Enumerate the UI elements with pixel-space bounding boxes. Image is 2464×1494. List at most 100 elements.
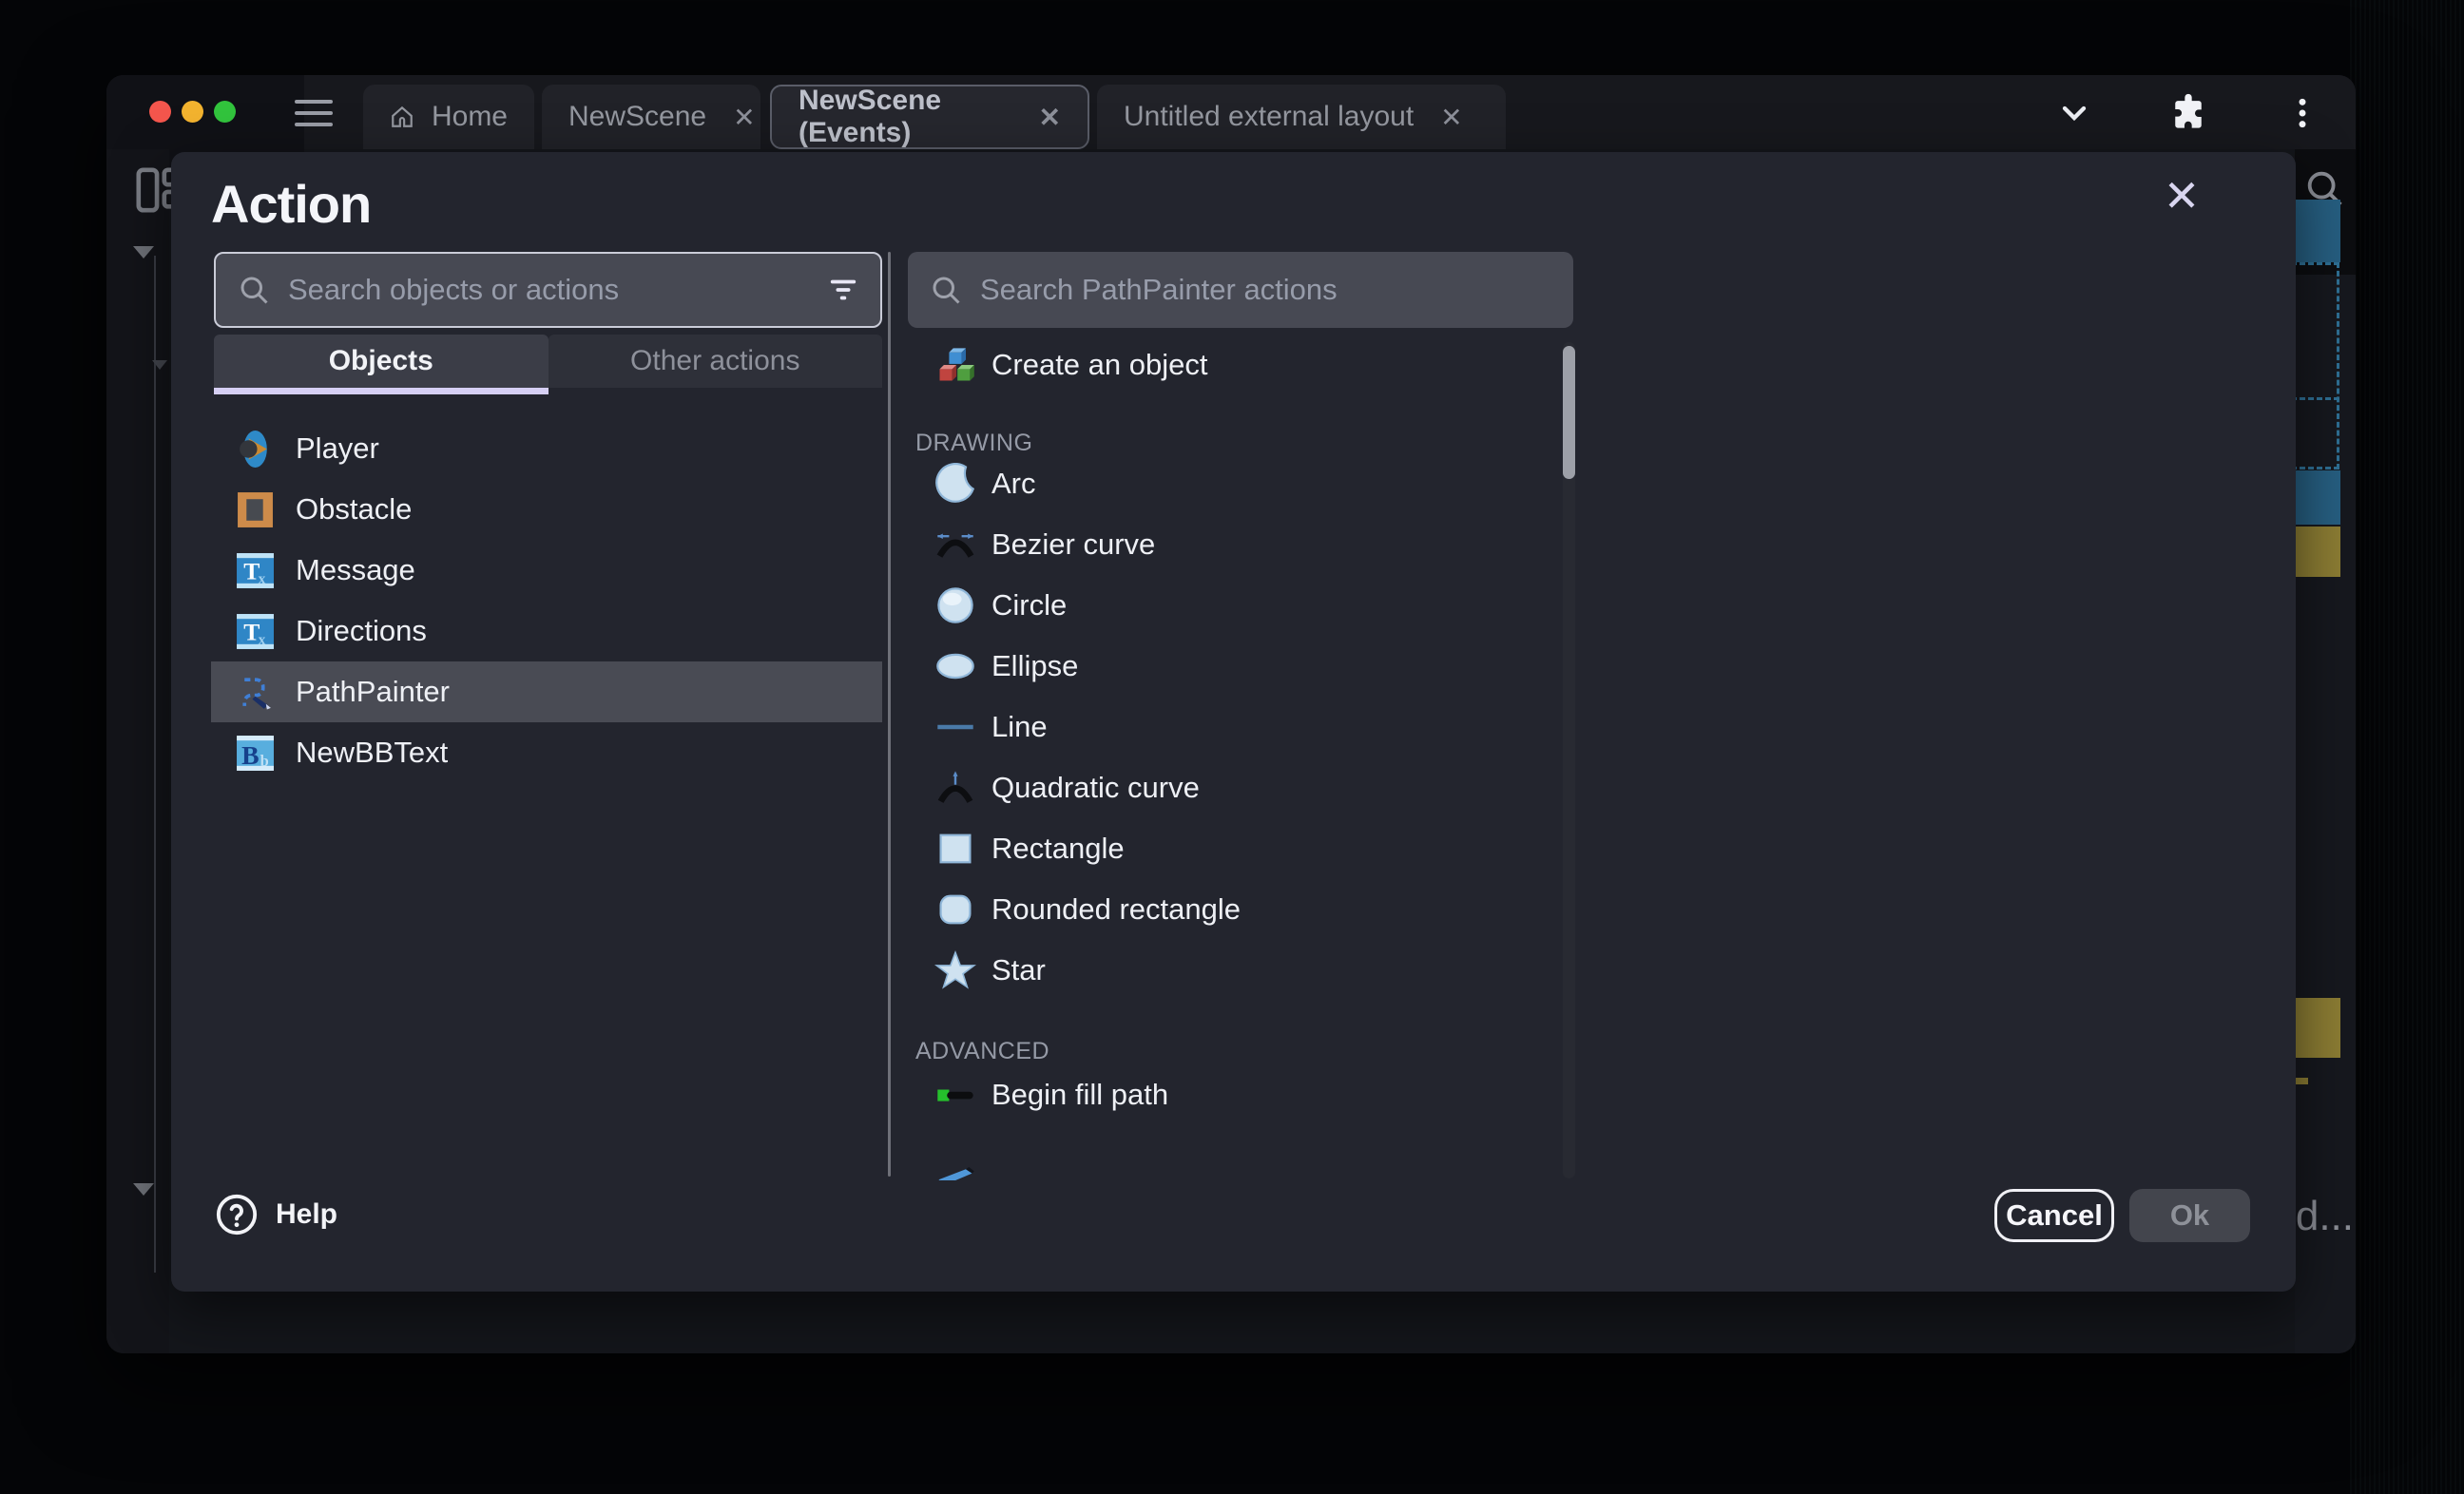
create-object-icon (934, 344, 976, 386)
dialog-title: Action (211, 173, 371, 235)
tab-close-icon[interactable]: ✕ (1440, 102, 1462, 133)
action-bezier-curve[interactable]: Bezier curve (908, 514, 1535, 575)
tab-newscene[interactable]: NewScene ✕ (542, 85, 760, 149)
action-label: Rectangle (991, 832, 1125, 866)
action-label: Star (991, 953, 1046, 987)
action-quadratic-curve[interactable]: Quadratic curve (908, 757, 1535, 818)
svg-text:x: x (259, 570, 266, 586)
action-search-input[interactable] (980, 273, 1552, 307)
bbtext-object-icon: Bb (236, 734, 275, 773)
action-label: Begin fill path (991, 1078, 1168, 1112)
object-label: Player (296, 431, 379, 466)
scene-object-yellow-small (2295, 1078, 2308, 1084)
overflow-menu-icon[interactable] (2283, 94, 2321, 132)
action-partially-visible[interactable] (908, 1158, 1535, 1180)
section-header-advanced: ADVANCED (915, 1038, 1049, 1065)
collapse-subevent-icon[interactable] (152, 360, 167, 370)
left-panel-tabs: Objects Other actions (214, 335, 882, 388)
object-search-input[interactable] (288, 273, 810, 307)
begin-fill-path-icon (934, 1074, 976, 1116)
action-rectangle[interactable]: Rectangle (908, 818, 1535, 879)
action-label: Circle (991, 588, 1067, 622)
events-panel-edge (106, 149, 169, 1353)
action-star[interactable]: Star (908, 940, 1535, 1001)
object-label: PathPainter (296, 675, 450, 709)
app-window: Home NewScene ✕ NewScene (Events) ✕ Unti… (106, 75, 2356, 1353)
zoom-window-button[interactable] (214, 101, 236, 123)
collapse-event-icon[interactable] (133, 1183, 154, 1196)
action-ellipse[interactable]: Ellipse (908, 636, 1535, 697)
object-label: Message (296, 553, 415, 587)
action-dialog: Action ✕ Objects Other actions Player (171, 152, 2296, 1292)
action-label: Arc (991, 467, 1036, 501)
chevron-down-icon[interactable] (2055, 94, 2093, 132)
scene-object-yellow[interactable] (2295, 998, 2340, 1058)
text-object-icon: Tx (236, 612, 275, 651)
action-label: Create an object (991, 348, 1207, 382)
tab-newscene-events[interactable]: NewScene (Events) ✕ (770, 85, 1089, 149)
scene-object-blue[interactable] (2295, 200, 2340, 262)
action-list: Create an object DRAWING Arc Bezier curv… (908, 335, 1573, 1180)
action-search-box (908, 252, 1573, 328)
action-line[interactable]: Line (908, 697, 1535, 757)
action-circle[interactable]: Circle (908, 575, 1535, 636)
player-object-icon (236, 430, 275, 469)
action-rounded-rectangle[interactable]: Rounded rectangle (908, 879, 1535, 940)
collapse-event-icon[interactable] (133, 246, 154, 259)
help-circle-icon (215, 1193, 259, 1236)
action-label: Line (991, 710, 1048, 744)
action-begin-fill-path[interactable]: Begin fill path (908, 1064, 1535, 1125)
event-tree-line (154, 256, 156, 1273)
svg-text:x: x (259, 631, 266, 647)
traffic-lights (149, 101, 236, 123)
tab-label: NewScene (Events) (799, 85, 1012, 149)
rectangle-icon (934, 828, 976, 870)
scene-object-blue[interactable] (2295, 470, 2340, 525)
tab-untitled-external-layout[interactable]: Untitled external layout ✕ (1097, 85, 1506, 149)
path-painter-object-icon (236, 673, 275, 712)
extensions-puzzle-icon[interactable] (2167, 92, 2209, 134)
action-arc[interactable]: Arc (908, 453, 1535, 514)
tab-close-icon[interactable]: ✕ (733, 102, 755, 133)
titlebar-actions (2055, 92, 2321, 134)
filter-icon[interactable] (827, 274, 859, 306)
home-icon (390, 102, 414, 132)
list-item-directions[interactable]: Tx Directions (211, 601, 882, 661)
main-menu-icon[interactable] (287, 96, 340, 130)
action-create-object[interactable]: Create an object (908, 335, 1535, 395)
titlebar: Home NewScene ✕ NewScene (Events) ✕ Unti… (106, 75, 2356, 149)
list-item-newbbtext[interactable]: Bb NewBBText (211, 722, 882, 783)
search-icon (929, 273, 963, 307)
object-label: Obstacle (296, 492, 412, 527)
tab-label: Other actions (630, 345, 799, 377)
object-search-box (214, 252, 882, 328)
tab-label: Untitled external layout (1124, 101, 1414, 133)
list-item-message[interactable]: Tx Message (211, 540, 882, 601)
action-label: Quadratic curve (991, 771, 1200, 805)
close-window-button[interactable] (149, 101, 171, 123)
tab-home[interactable]: Home (363, 85, 534, 149)
tab-close-icon[interactable]: ✕ (1039, 102, 1061, 133)
wallpaper-noise (2350, 0, 2464, 1494)
tab-objects[interactable]: Objects (214, 335, 549, 388)
svg-text:B: B (241, 739, 259, 769)
help-button[interactable]: Help (215, 1193, 337, 1236)
cancel-button[interactable]: Cancel (1994, 1189, 2114, 1242)
tab-label: Objects (329, 345, 433, 377)
list-item-player[interactable]: Player (211, 418, 882, 479)
tab-label: NewScene (568, 101, 706, 133)
tab-other-actions[interactable]: Other actions (549, 335, 883, 388)
object-label: Directions (296, 614, 427, 648)
action-label: Rounded rectangle (991, 892, 1241, 927)
close-dialog-icon[interactable]: ✕ (2155, 169, 2208, 222)
star-icon (934, 949, 976, 991)
action-list-scrollbar-thumb[interactable] (1563, 346, 1575, 479)
scene-object-yellow[interactable] (2295, 527, 2340, 577)
help-label: Help (276, 1198, 337, 1231)
rounded-rectangle-icon (934, 889, 976, 930)
list-item-pathpainter[interactable]: PathPainter (211, 661, 882, 722)
list-item-obstacle[interactable]: Obstacle (211, 479, 882, 540)
ok-button[interactable]: Ok (2129, 1189, 2250, 1242)
tab-label: Home (432, 101, 508, 133)
minimize-window-button[interactable] (182, 101, 203, 123)
